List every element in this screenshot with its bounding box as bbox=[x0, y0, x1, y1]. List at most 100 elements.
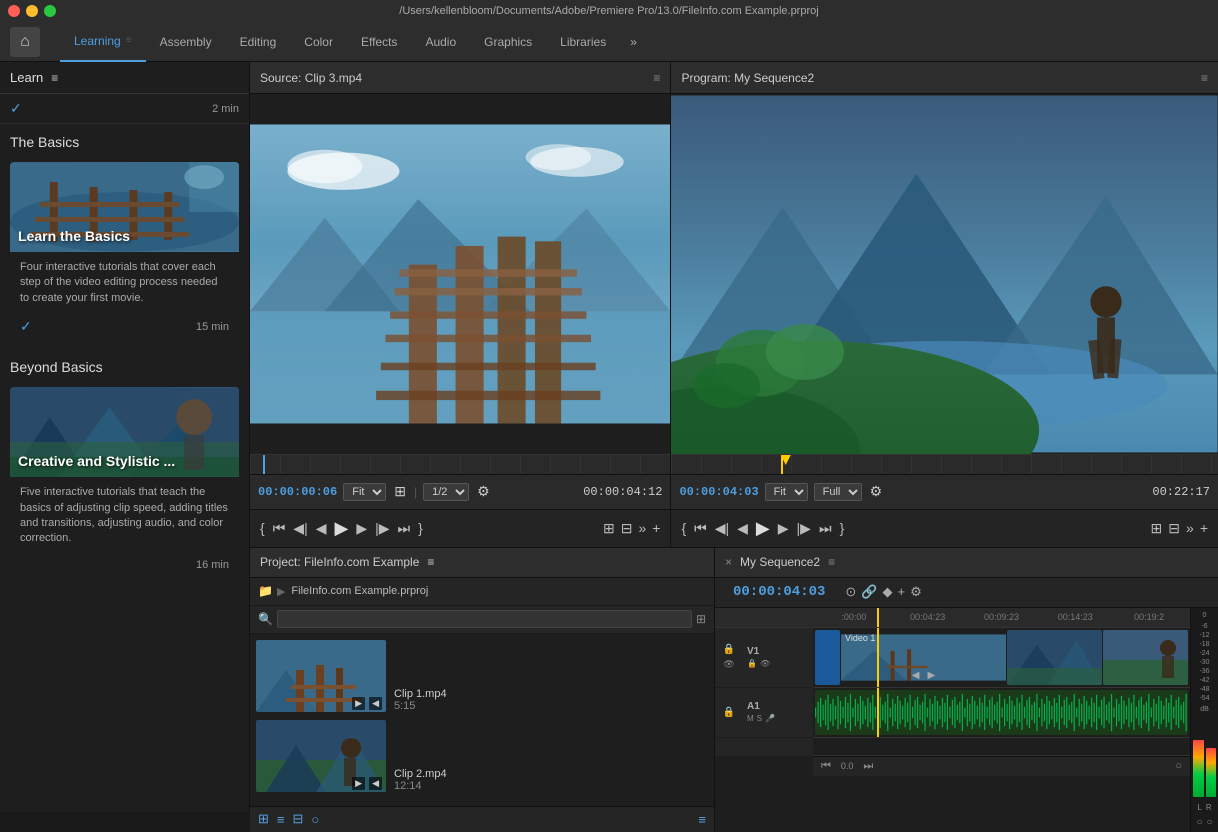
home-button[interactable]: ⌂ bbox=[10, 27, 40, 57]
seq-close-btn[interactable]: × bbox=[725, 555, 732, 569]
source-settings-btn[interactable]: ⚙ bbox=[475, 483, 492, 500]
source-add-btn[interactable]: + bbox=[652, 520, 660, 537]
seq-zoom-out-btn[interactable]: ⏮ bbox=[821, 760, 831, 773]
maximize-button[interactable] bbox=[44, 5, 56, 17]
source-step-back-btn[interactable]: ⏮ bbox=[273, 520, 286, 537]
a1-solo[interactable]: S bbox=[757, 714, 762, 723]
tab-graphics[interactable]: Graphics bbox=[470, 22, 546, 62]
center-top: Source: Clip 3.mp4 ≡ bbox=[250, 62, 1218, 547]
v1-sync-lock[interactable]: 🔒 bbox=[747, 659, 757, 668]
program-lift-btn[interactable]: ⊞ bbox=[1151, 520, 1163, 537]
v1-clip-nav-left[interactable]: ◀ bbox=[912, 670, 920, 681]
source-insert-btn[interactable]: ⊞ bbox=[603, 520, 615, 537]
project-icon-view-btn[interactable]: ⊟ bbox=[293, 811, 304, 827]
card-learn-basics[interactable]: Learn the Basics Four interactive tutori… bbox=[10, 162, 239, 343]
v1-track-label-area: V1 🔒 👁 bbox=[743, 628, 813, 688]
tab-color[interactable]: Color bbox=[290, 22, 347, 62]
source-ratio-select[interactable]: 1/2 bbox=[423, 483, 469, 501]
tab-assembly[interactable]: Assembly bbox=[146, 22, 226, 62]
v1-clip-nav-right[interactable]: ▶ bbox=[928, 670, 936, 681]
seq-add-marker-btn[interactable]: + bbox=[898, 584, 906, 600]
program-rew-btn[interactable]: ◀| bbox=[715, 520, 729, 537]
v1-lock-icon[interactable]: 🔒 bbox=[723, 644, 735, 655]
project-zoom-btn[interactable]: ○ bbox=[311, 812, 319, 827]
vu-settings-l[interactable]: ○ bbox=[1196, 817, 1202, 828]
more-workspaces-button[interactable]: » bbox=[620, 35, 647, 49]
source-play-btn[interactable]: ▶ bbox=[334, 518, 348, 539]
source-next-btn[interactable]: ▶ bbox=[356, 520, 367, 537]
seq-link-btn[interactable]: 🔗 bbox=[861, 584, 877, 600]
v1-clip-blue[interactable] bbox=[815, 630, 840, 685]
project-search-row: 🔍 ⊞ bbox=[250, 606, 714, 634]
minimize-button[interactable] bbox=[26, 5, 38, 17]
project-search-input[interactable] bbox=[277, 610, 692, 628]
project-new-bin-btn[interactable]: ⊞ bbox=[258, 811, 269, 827]
program-ff-btn[interactable]: |▶ bbox=[797, 520, 811, 537]
tab-effects[interactable]: Effects bbox=[347, 22, 411, 62]
source-expand-btn[interactable]: ⊞ bbox=[392, 483, 408, 500]
vu-settings-r[interactable]: ○ bbox=[1207, 817, 1213, 828]
v1-clip-person[interactable] bbox=[1103, 630, 1188, 685]
source-panel-menu[interactable]: ≡ bbox=[653, 71, 660, 85]
source-more-btn[interactable]: » bbox=[638, 520, 646, 537]
a1-lock-icon[interactable]: 🔒 bbox=[723, 707, 735, 718]
a1-mute[interactable]: M bbox=[747, 714, 754, 723]
seq-tool-icons: ⊙ 🔗 ◆ + ⚙ bbox=[845, 584, 921, 600]
learn-menu-icon[interactable]: ≡ bbox=[51, 71, 58, 85]
tab-editing[interactable]: Editing bbox=[226, 22, 291, 62]
source-timeline-bar[interactable] bbox=[250, 454, 670, 474]
clip1-mark-out[interactable]: ◀ bbox=[369, 697, 382, 710]
program-quality-select[interactable]: Full bbox=[814, 483, 862, 501]
tab-learning[interactable]: Learning ≡ bbox=[60, 22, 146, 62]
track-label-spacer bbox=[743, 608, 813, 628]
source-rew-btn[interactable]: ◀| bbox=[293, 520, 307, 537]
seq-wrench-btn[interactable]: ⚙ bbox=[910, 584, 922, 600]
program-extract-btn[interactable]: ⊟ bbox=[1168, 520, 1180, 537]
seq-zoom-in-btn[interactable]: ⏭ bbox=[863, 760, 873, 773]
seq-menu-icon[interactable]: ≡ bbox=[828, 555, 835, 569]
program-prev-btn[interactable]: ◀ bbox=[737, 520, 748, 537]
source-overwrite-btn[interactable]: ⊟ bbox=[621, 520, 633, 537]
clip-item-2: ▶ ◀ Clip 2.mp4 12:14 bbox=[256, 720, 708, 792]
program-next-btn[interactable]: ▶ bbox=[778, 520, 789, 537]
card-beyond-basics[interactable]: Creative and Stylistic ... Five interact… bbox=[10, 387, 239, 579]
source-step-fwd-btn[interactable]: ⏭ bbox=[398, 520, 411, 537]
program-panel-menu[interactable]: ≡ bbox=[1201, 71, 1208, 85]
source-fit-select[interactable]: Fit bbox=[343, 483, 386, 501]
program-add-btn[interactable]: + bbox=[1200, 520, 1208, 537]
source-ff-btn[interactable]: |▶ bbox=[375, 520, 389, 537]
project-grid-icon[interactable]: ⊞ bbox=[696, 612, 706, 626]
workspace-tabs: Learning ≡ Assembly Editing Color Effect… bbox=[60, 22, 1208, 62]
v1-visible[interactable]: 👁 bbox=[760, 659, 770, 668]
project-menu-icon[interactable]: ≡ bbox=[427, 555, 434, 569]
clip1-mark-in[interactable]: ▶ bbox=[352, 697, 365, 710]
seq-ruler-spacer bbox=[715, 608, 743, 628]
a1-record[interactable]: 🎤 bbox=[765, 714, 775, 723]
v1-eye-icon[interactable]: 👁 bbox=[723, 659, 734, 670]
clip2-mark-in[interactable]: ▶ bbox=[352, 777, 365, 790]
close-button[interactable] bbox=[8, 5, 20, 17]
seq-settings-btn[interactable]: ○ bbox=[1175, 760, 1182, 772]
project-settings-btn[interactable]: ≡ bbox=[698, 812, 706, 827]
source-mark-in-btn[interactable]: { bbox=[260, 520, 265, 536]
project-list-view-btn[interactable]: ≡ bbox=[277, 812, 285, 827]
source-play-controls: { ⏮ ◀| ◀ ▶ ▶ |▶ ⏭ } ⊞ ⊟ » + bbox=[250, 509, 670, 547]
program-timeline-bar[interactable] bbox=[671, 454, 1218, 474]
clip2-mark-out[interactable]: ◀ bbox=[369, 777, 382, 790]
program-settings-btn[interactable]: ⚙ bbox=[868, 483, 885, 500]
tab-libraries[interactable]: Libraries bbox=[546, 22, 620, 62]
program-more-btn[interactable]: » bbox=[1186, 520, 1194, 537]
program-step-fwd-btn[interactable]: ⏭ bbox=[819, 520, 832, 537]
v1-clip-pier[interactable]: Video 1 ◀ ▶ bbox=[841, 630, 1006, 685]
program-step-back-btn[interactable]: ⏮ bbox=[694, 520, 707, 537]
v1-clip-mountain[interactable] bbox=[1007, 630, 1102, 685]
program-fit-select[interactable]: Fit bbox=[765, 483, 808, 501]
seq-magnet-btn[interactable]: ⊙ bbox=[845, 584, 856, 600]
program-mark-out-btn[interactable]: } bbox=[840, 520, 845, 536]
source-mark-out-btn[interactable]: } bbox=[418, 520, 423, 536]
source-prev-btn[interactable]: ◀ bbox=[316, 520, 327, 537]
seq-marker-btn[interactable]: ◆ bbox=[883, 584, 893, 600]
program-play-btn[interactable]: ▶ bbox=[756, 518, 770, 539]
tab-audio[interactable]: Audio bbox=[411, 22, 470, 62]
program-mark-in-btn[interactable]: { bbox=[681, 520, 686, 536]
